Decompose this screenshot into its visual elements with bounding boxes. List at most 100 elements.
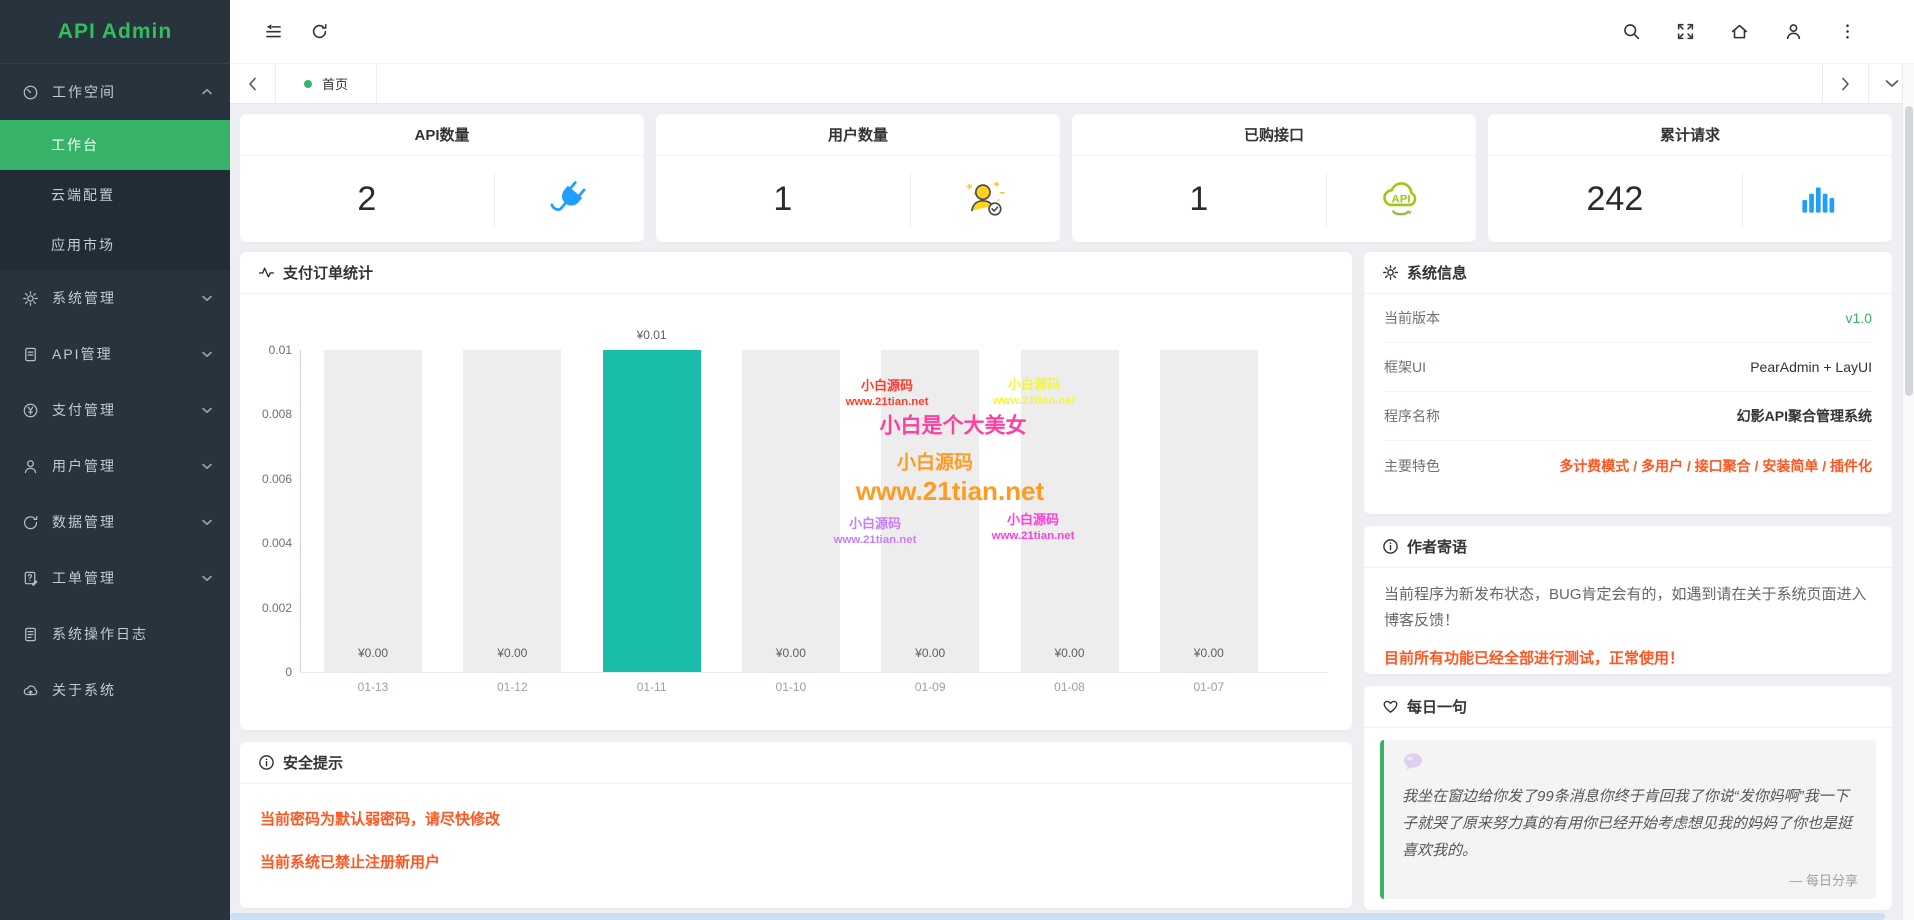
sidebar-item-payment-mgmt[interactable]: 支付管理 (0, 382, 230, 438)
sidebar-item-label: API管理 (52, 344, 202, 364)
sidebar-item-operation-log[interactable]: 系统操作日志 (0, 606, 230, 662)
author-note-header: 作者寄语 (1364, 526, 1892, 568)
horizontal-scrollbar-thumb[interactable] (230, 913, 1885, 920)
x-axis-tick-label: 01-10 (742, 680, 840, 694)
bar-value-label: ¥0.00 (463, 646, 561, 660)
main-area: 首页 API数量 2 (230, 0, 1914, 920)
sidebar-item-label: 云端配置 (51, 185, 115, 205)
sidebar-menu: 工作空间 工作台 云端配置 应用市场 系统管理 (0, 64, 230, 718)
user-icon (1784, 22, 1803, 41)
x-axis-tick-label: 01-07 (1160, 680, 1258, 694)
y-axis-tick-label: 0 (285, 665, 292, 679)
info-row-framework: 框架UI PearAdmin + LayUI (1384, 343, 1872, 392)
payment-orders-chart-card: 支付订单统计 00.0020.0040.0060.0080.01 ¥0.0001… (240, 252, 1352, 730)
gear-icon (22, 290, 39, 307)
stat-card-purchased-apis: 已购接口 1 API (1072, 114, 1476, 242)
tab-home[interactable]: 首页 (275, 64, 377, 103)
info-icon (1382, 538, 1399, 555)
app-root: API Admin 工作空间 工作台 云端配置 应用市场 系 (0, 0, 1914, 920)
info-value: PearAdmin + LayUI (1750, 359, 1872, 375)
sidebar-item-label: 系统操作日志 (52, 624, 212, 644)
sidebar-item-api-mgmt[interactable]: API管理 (0, 326, 230, 382)
chart-y-axis: 00.0020.0040.0060.0080.01 (240, 294, 292, 730)
chevron-right-icon (1841, 77, 1850, 91)
system-info-card: 系统信息 当前版本 v1.0 框架UI PearAdmin + LayUI (1364, 252, 1892, 514)
plug-icon (495, 175, 644, 223)
info-label: 当前版本 (1384, 308, 1440, 328)
chart-axis-line (300, 350, 301, 672)
dashboard-main-row: 支付订单统计 00.0020.0040.0060.0080.01 ¥0.0001… (240, 252, 1892, 910)
sidebar-item-label: 工单管理 (52, 568, 202, 588)
stat-card-title: 已购接口 (1072, 114, 1476, 156)
sidebar-item-workbench[interactable]: 工作台 (0, 120, 230, 170)
data-refresh-icon (22, 514, 39, 531)
left-column: 支付订单统计 00.0020.0040.0060.0080.01 ¥0.0001… (240, 252, 1352, 910)
active-tab-dot (304, 80, 312, 88)
watermark-text: 小白源码www.21tian.net (834, 516, 917, 548)
sidebar-item-label: 工作空间 (52, 82, 202, 102)
panel-title: 安全提示 (283, 752, 343, 773)
cloud-api-icon: API (1327, 174, 1476, 224)
tab-label: 首页 (322, 74, 348, 93)
chevron-down-icon (1885, 79, 1899, 88)
tab-scroll-right-button[interactable] (1822, 64, 1868, 103)
stat-card-value: 1 (656, 180, 910, 219)
stat-card-user-count: 用户数量 1 (656, 114, 1060, 242)
chart-baseline (300, 672, 1328, 673)
sidebar-item-app-market[interactable]: 应用市场 (0, 220, 230, 270)
workspace-submenu: 工作台 云端配置 应用市场 (0, 120, 230, 270)
panel-title: 每日一句 (1407, 696, 1467, 717)
home-button[interactable] (1712, 12, 1766, 52)
vertical-scrollbar[interactable] (1902, 64, 1914, 920)
info-label: 主要特色 (1384, 456, 1440, 476)
fullscreen-icon (1676, 22, 1695, 41)
watermark-text: 小白源码www.21tian.net (993, 377, 1076, 409)
info-icon (258, 754, 275, 771)
security-tips-card: 安全提示 当前密码为默认弱密码，请尽快修改 当前系统已禁止注册新用户 (240, 742, 1352, 908)
y-axis-tick-label: 0.006 (262, 472, 292, 486)
sidebar-item-data-mgmt[interactable]: 数据管理 (0, 494, 230, 550)
x-axis-tick-label: 01-11 (603, 680, 701, 694)
info-value: 多计费模式 / 多用户 / 接口聚合 / 安装简单 / 插件化 (1559, 456, 1872, 476)
user-menu-button[interactable] (1766, 12, 1820, 52)
chart-bar-group: ¥0.0101-11 (603, 350, 701, 672)
y-axis-tick-label: 0.01 (269, 343, 292, 357)
chevron-left-icon (248, 77, 257, 91)
tab-scroll-left-button[interactable] (230, 64, 275, 103)
sidebar-item-cloud-config[interactable]: 云端配置 (0, 170, 230, 220)
more-vertical-icon (1838, 22, 1857, 41)
top-header (230, 0, 1914, 64)
search-button[interactable] (1604, 12, 1658, 52)
sidebar-item-label: 支付管理 (52, 400, 202, 420)
author-note-highlight: 目前所有功能已经全部进行测试，正常使用！ (1384, 647, 1872, 668)
watermark-text: 小白源码 (897, 452, 973, 477)
author-note-text: 当前程序为新发布状态，BUG肯定会有的，如遇到请在关于系统页面进入博客反馈！ (1384, 582, 1872, 635)
y-axis-tick-label: 0.004 (262, 536, 292, 550)
refresh-icon (310, 22, 329, 41)
watermark-text: 小白源码www.21tian.net (992, 512, 1075, 544)
tab-bar: 首页 (230, 64, 1914, 104)
collapse-sidebar-button[interactable] (250, 12, 296, 52)
fullscreen-button[interactable] (1658, 12, 1712, 52)
bar-value-label: ¥0.00 (742, 646, 840, 660)
info-value: 幻影API聚合管理系统 (1737, 406, 1872, 426)
system-info-header: 系统信息 (1364, 252, 1892, 294)
chevron-down-icon (202, 462, 212, 470)
refresh-button[interactable] (296, 12, 342, 52)
horizontal-scrollbar[interactable] (230, 913, 1902, 920)
stat-card-value: 2 (240, 180, 494, 219)
quote-source: — 每日分享 (1402, 870, 1858, 889)
vertical-scrollbar-thumb[interactable] (1905, 106, 1913, 396)
more-menu-button[interactable] (1820, 12, 1874, 52)
sidebar-item-about[interactable]: 关于系统 (0, 662, 230, 718)
sidebar-item-user-mgmt[interactable]: 用户管理 (0, 438, 230, 494)
stat-card-value: 242 (1488, 180, 1742, 219)
sidebar-item-ticket-mgmt[interactable]: 工单管理 (0, 550, 230, 606)
right-column: 系统信息 当前版本 v1.0 框架UI PearAdmin + LayUI (1364, 252, 1892, 910)
sidebar-item-workspace[interactable]: 工作空间 (0, 64, 230, 120)
stat-card-title: 用户数量 (656, 114, 1060, 156)
ticket-icon (22, 570, 39, 587)
sidebar-item-system-mgmt[interactable]: 系统管理 (0, 270, 230, 326)
bar-chart: 00.0020.0040.0060.0080.01 ¥0.0001-13¥0.0… (240, 294, 1352, 730)
y-axis-tick-label: 0.002 (262, 601, 292, 615)
